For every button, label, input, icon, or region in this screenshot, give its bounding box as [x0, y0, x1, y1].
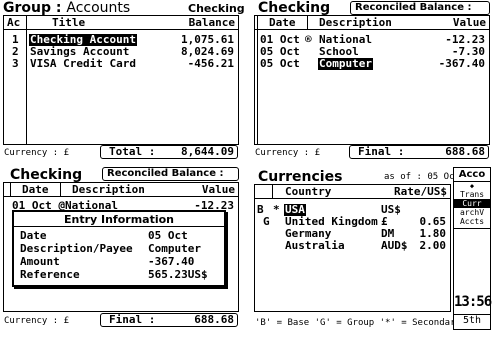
field-label: Amount [20, 255, 60, 268]
accounts-header: Ac Title Balance [4, 16, 238, 30]
transactions-header: Date Description Value [255, 16, 489, 30]
col-date: Date [269, 16, 296, 29]
col-balance: Balance [188, 16, 235, 29]
currencies-pane-title: Currencies [258, 169, 343, 185]
clock: 13:56 [454, 294, 492, 310]
sidebar-item-trans[interactable]: Trans [454, 190, 490, 199]
account-num: 3 [12, 57, 19, 70]
checking-final: Final : 688.68 [349, 145, 489, 159]
col-value: Value [452, 16, 486, 29]
group-pane-title: Group : Accounts [3, 0, 130, 16]
sidebar-divider [454, 228, 490, 229]
col-rate: Rate/US$ [394, 185, 447, 198]
group-currency: Currency : £ [4, 148, 70, 158]
account-title: VISA Credit Card [30, 57, 136, 70]
currencies-list[interactable]: Country Rate/US$ B * USA US$ G United Ki… [254, 184, 451, 312]
total-value: 8,644.09 [181, 145, 234, 158]
dialog-field: Amount -367.40 [14, 256, 224, 268]
transaction-row[interactable]: 05 Oct Computer -367.40 [255, 58, 489, 70]
field-value: Computer [148, 242, 201, 255]
final-label: Final : [358, 145, 405, 158]
dialog-field: Date 05 Oct [14, 230, 224, 242]
currency-flag: G [263, 215, 270, 228]
app-sidebar: Acco ◆ Trans Curr archV Accts 13:56 5th [453, 167, 492, 330]
col-description: Description [319, 16, 392, 29]
checking-pane-title: Checking [258, 0, 331, 16]
txn-date: 05 Oct [260, 57, 300, 70]
checking2-final: Final : 688.68 [100, 313, 238, 327]
field-label: Date [20, 229, 47, 242]
account-row[interactable]: 3 VISA Credit Card -456.21 [4, 58, 238, 70]
currency-legend: 'B' = Base 'G' = Group '*' = Secondary [255, 318, 461, 328]
col-description: Description [72, 183, 145, 196]
currencies-header: Country Rate/US$ [255, 185, 450, 199]
diamond-icon: ◆ [469, 182, 475, 190]
currency-symbol: AUD$ [381, 239, 408, 252]
group-title-name: Accounts [66, 0, 131, 16]
final-label: Final : [109, 313, 156, 326]
field-value: 565.23US$ [148, 268, 208, 281]
checking-currency: Currency : £ [255, 148, 321, 158]
sidebar-item-curr[interactable]: Curr [454, 199, 490, 208]
group-title-sep: : [55, 0, 62, 16]
dialog-field: Description/Payee Computer [14, 243, 224, 255]
dialog-title: Entry Information [14, 212, 224, 227]
col-ac: Ac [7, 16, 21, 29]
reconciled-balance-box: Reconciled Balance : [350, 1, 490, 15]
checking2-pane-title: Checking [10, 167, 83, 183]
sidebar-item-accts[interactable]: Accts [454, 217, 490, 226]
currencies-as-of: as of : 05 Oct [384, 172, 460, 182]
currency-row[interactable]: Australia AUD$ 2.00 [255, 240, 450, 252]
group-total: Total : 8,644.09 [100, 145, 238, 159]
sidebar-top[interactable]: Acco [454, 168, 490, 182]
transactions-list[interactable]: Date Description Value 01 Oct ® National… [254, 15, 490, 145]
col-country: Country [285, 185, 332, 198]
field-label: Reference [20, 268, 80, 281]
checking2-currency: Currency : £ [4, 316, 70, 326]
account-balance: -456.21 [187, 57, 234, 70]
reconciled-mark-icon: ® [305, 33, 312, 46]
dialog-field: Reference 565.23US$ [14, 269, 224, 281]
sidebar-item-archv[interactable]: archV [454, 208, 490, 217]
secondary-star-icon: * [273, 203, 280, 216]
group-title-label: Group [3, 0, 52, 16]
currency-rate: 2.00 [419, 239, 447, 252]
txn-value: -367.40 [438, 57, 485, 70]
field-value: 05 Oct [148, 229, 188, 242]
col-value: Value [201, 183, 235, 196]
final-value: 688.68 [445, 145, 485, 158]
field-label: Description/Payee [20, 242, 133, 255]
accounts-list[interactable]: Ac Title Balance 1 Checking Account 1,07… [3, 15, 239, 145]
col-title: Title [52, 16, 86, 29]
total-label: Total : [109, 145, 156, 158]
field-value: -367.40 [148, 255, 195, 268]
txn-desc: Computer [318, 57, 373, 70]
reconciled-balance-box-2: Reconciled Balance : [102, 167, 239, 181]
day-label: 5th [454, 314, 490, 327]
account-type-label: Checking [188, 2, 245, 15]
final-value: 688.68 [194, 313, 234, 326]
transactions-header-2: Date Description Value [4, 183, 238, 197]
entry-info-dialog[interactable]: Entry Information Date 05 Oct Descriptio… [12, 210, 226, 287]
col-date: Date [22, 183, 49, 196]
currency-country: Australia [285, 239, 345, 252]
